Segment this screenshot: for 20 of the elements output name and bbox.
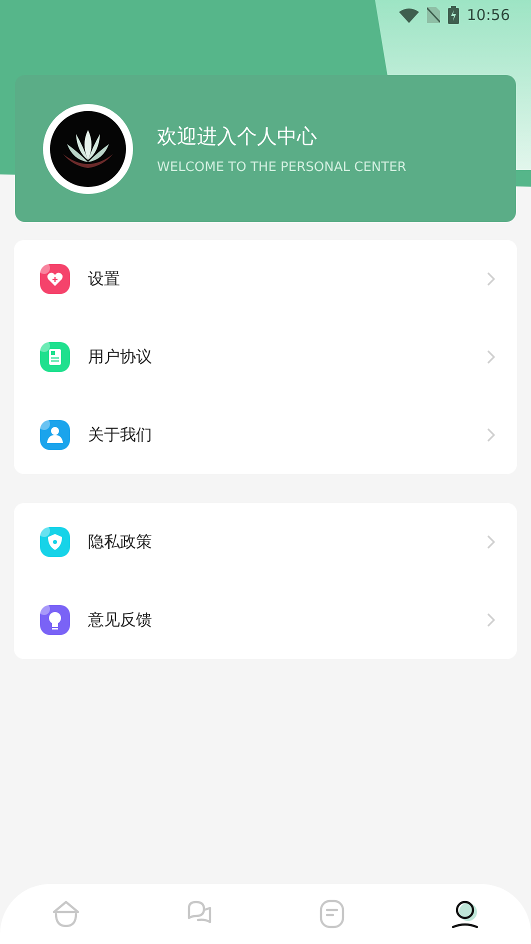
wifi-icon: [398, 8, 419, 22]
menu-item[interactable]: 用户协议: [14, 318, 517, 396]
chevron-right-icon: [487, 535, 495, 549]
chevron-right-icon: [487, 613, 495, 627]
menu-item[interactable]: 隐私政策: [14, 503, 517, 581]
status-time: 10:56: [466, 6, 510, 24]
menu-label: 设置: [88, 268, 121, 290]
chevron-right-icon: [487, 428, 495, 442]
welcome-subtitle: WELCOME TO THE PERSONAL CENTER: [157, 160, 406, 174]
chevron-right-icon: [487, 272, 495, 286]
menu-label: 隐私政策: [88, 532, 153, 552]
menu-label: 关于我们: [88, 424, 153, 446]
battery-icon: [448, 6, 459, 24]
welcome-title: 欢迎进入个人中心: [157, 122, 318, 150]
menu-label: 意见反馈: [88, 610, 153, 630]
menu-label: 用户协议: [88, 346, 153, 368]
menu-item[interactable]: 意见反馈: [14, 581, 517, 659]
menu-item[interactable]: 设置: [14, 240, 517, 318]
chevron-right-icon: [487, 350, 495, 364]
menu-item[interactable]: 关于我们: [14, 396, 517, 474]
